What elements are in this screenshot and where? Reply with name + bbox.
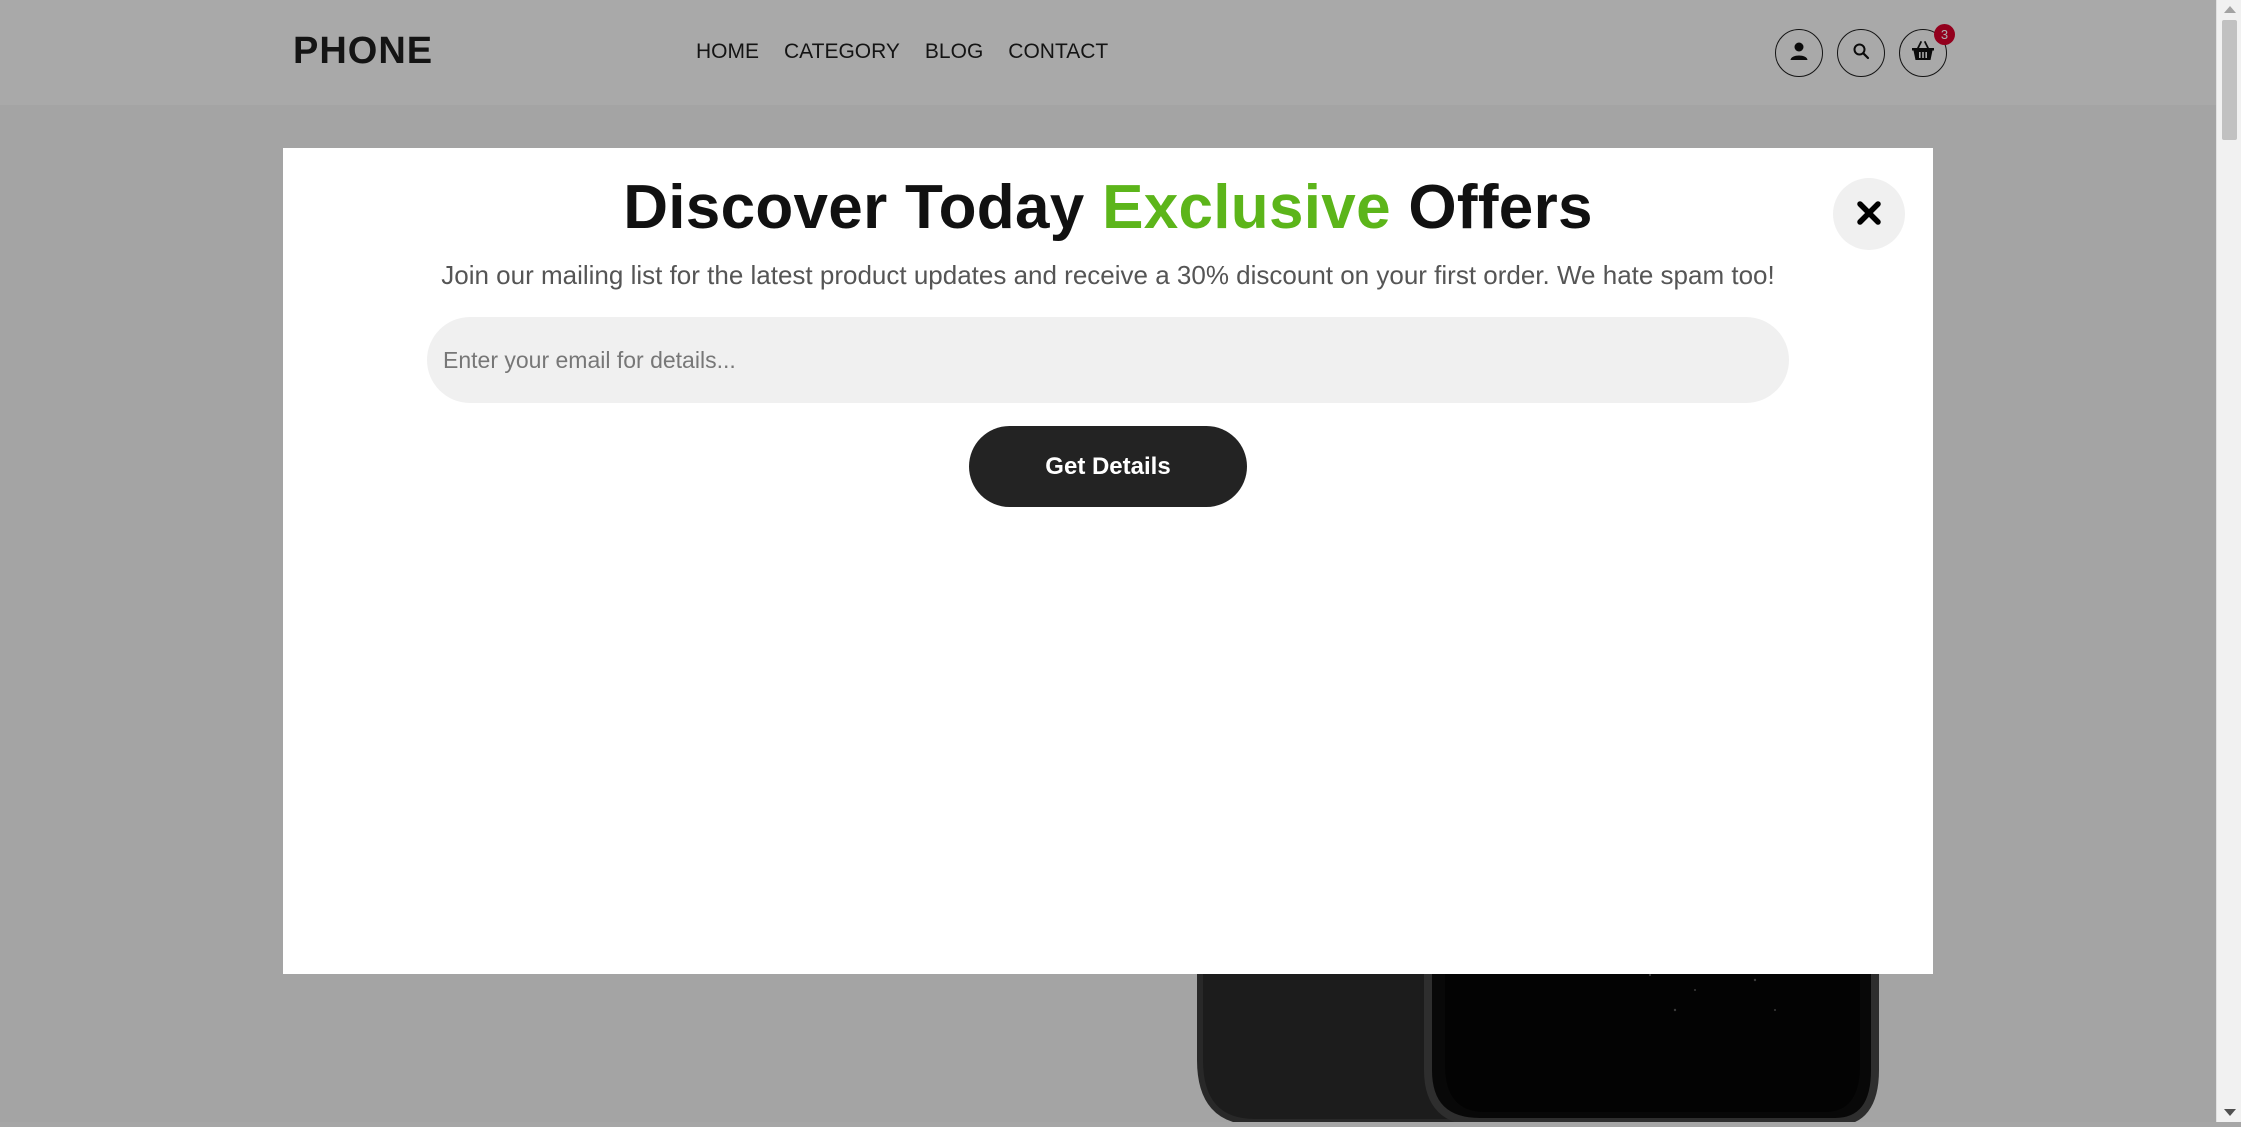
scroll-up-arrow-icon[interactable]: [2224, 6, 2236, 13]
get-details-button[interactable]: Get Details: [969, 426, 1247, 507]
modal-subtitle: Join our mailing list for the latest pro…: [441, 260, 1775, 290]
vertical-scrollbar[interactable]: [2216, 0, 2241, 1122]
title-part-1: Discover Today: [623, 173, 1085, 242]
close-icon: [1854, 198, 1884, 231]
title-part-2: Offers: [1408, 173, 1593, 242]
scroll-down-arrow-icon[interactable]: [2224, 1109, 2236, 1116]
title-accent: Exclusive: [1102, 173, 1391, 242]
email-field[interactable]: [427, 317, 1789, 403]
close-button[interactable]: [1833, 178, 1905, 250]
newsletter-modal: Discover Today Exclusive Offers Join our…: [283, 148, 1933, 974]
modal-title: Discover Today Exclusive Offers: [283, 172, 1933, 243]
scroll-thumb[interactable]: [2222, 20, 2237, 140]
